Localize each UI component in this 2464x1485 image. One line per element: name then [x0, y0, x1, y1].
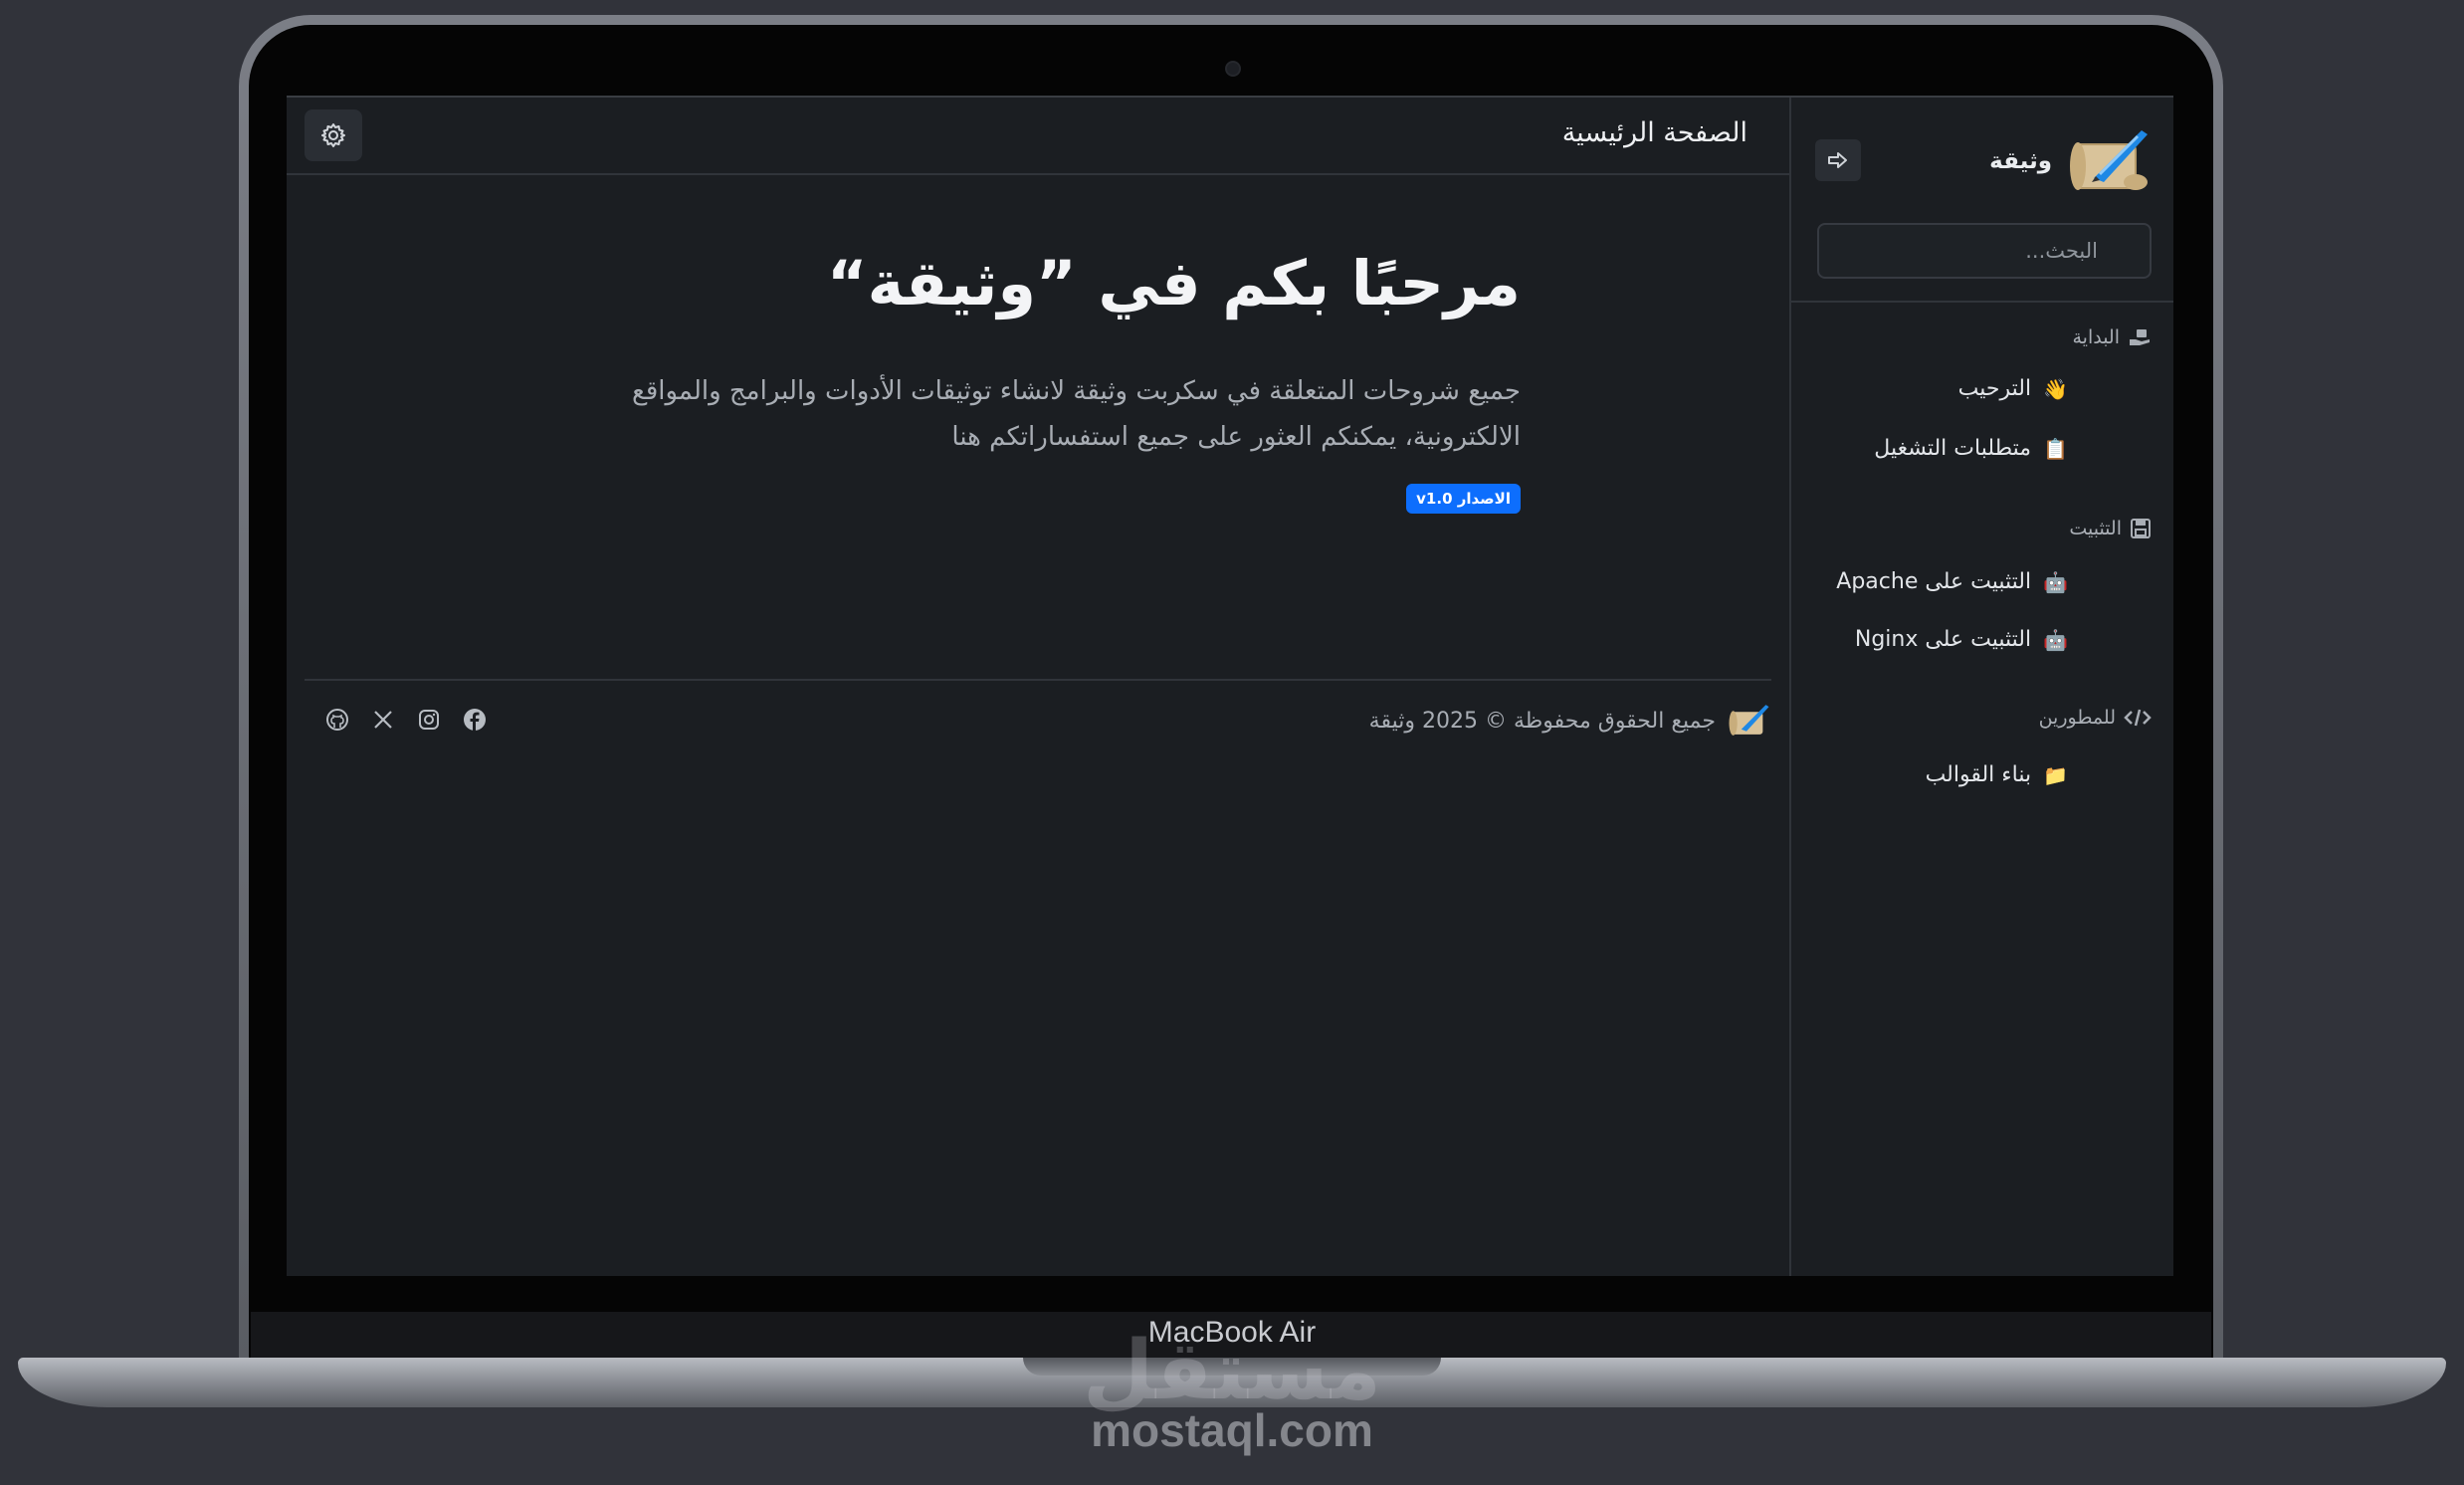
sidebar-item-label: بناء القوالب [1925, 762, 2032, 787]
instagram-icon [419, 710, 439, 730]
theme-toggle-button[interactable] [305, 109, 362, 161]
hero-description: جميع شروحات المتعلقة في سكربت وثيقة لانش… [631, 376, 1521, 452]
sidebar: وثيقة البداية 👋 الترحيب 📋 متطلبات التشغي… [1789, 98, 2173, 1276]
gear-icon [321, 123, 345, 147]
facebook-icon [464, 709, 486, 731]
main-content: الصفحة الرئيسية مرحبًا بكم في ”وثيقة“ جم… [287, 98, 1789, 1276]
floppy-disk-icon [2131, 519, 2151, 538]
social-links [324, 707, 488, 733]
section-title-label: البداية [2072, 326, 2120, 348]
sidebar-item-install-nginx[interactable]: 🤖 التثبيت على Nginx [1855, 627, 2068, 652]
robot-emoji: 🤖 [2043, 569, 2068, 594]
github-icon [326, 709, 348, 731]
page-title: الصفحة الرئيسية [1561, 117, 1747, 148]
x-link[interactable] [370, 707, 396, 733]
x-twitter-icon [374, 711, 392, 729]
scroll-quill-logo [2070, 130, 2148, 190]
section-title-install: التثبيت [2069, 518, 2152, 539]
waving-hand-emoji: 👋 [2043, 376, 2068, 401]
sidebar-item-build-templates[interactable]: 📁 بناء القوالب [1926, 762, 2068, 787]
section-title-start: البداية [2072, 326, 2152, 348]
code-icon [2124, 709, 2152, 727]
sidebar-item-label: التثبيت على Apache [1836, 569, 2032, 594]
copyright-text: جميع الحقوق محفوظة © 2025 وثيقة [1368, 708, 1716, 734]
topbar: الصفحة الرئيسية [287, 98, 1789, 175]
sign-out-arrow-icon [1828, 152, 1847, 168]
clipboard-emoji: 📋 [2043, 436, 2068, 461]
hand-holding-icon [2130, 329, 2150, 345]
hero-title: مرحبًا بكم في ”وثيقة“ [826, 247, 1521, 319]
github-link[interactable] [324, 707, 350, 733]
footer-divider [305, 679, 1771, 681]
screen: وثيقة البداية 👋 الترحيب 📋 متطلبات التشغي… [287, 96, 2173, 1276]
search-input[interactable] [1817, 223, 2152, 279]
sidebar-collapse-button[interactable] [1815, 139, 1861, 181]
watermark-url: mostaql.com [1091, 1404, 1373, 1456]
camera [1225, 61, 1241, 77]
brand[interactable]: وثيقة [1989, 121, 2152, 201]
folder-emoji: 📁 [2043, 762, 2068, 787]
facebook-link[interactable] [462, 707, 488, 733]
scroll-quill-logo [1729, 705, 1769, 736]
sidebar-item-install-apache[interactable]: 🤖 التثبيت على Apache [1836, 569, 2068, 594]
section-title-label: التثبيت [2069, 518, 2122, 539]
robot-emoji: 🤖 [2043, 627, 2068, 652]
sidebar-item-label: التثبيت على Nginx [1854, 627, 2032, 652]
section-title-developers: للمطورين [2039, 707, 2152, 729]
sidebar-divider [1791, 301, 2173, 303]
brand-name: وثيقة [1989, 148, 2052, 174]
sidebar-item-requirements[interactable]: 📋 متطلبات التشغيل [1874, 436, 2068, 461]
version-badge: الاصدار v1.0 [1406, 484, 1521, 514]
section-title-label: للمطورين [2038, 707, 2116, 729]
sidebar-item-welcome[interactable]: 👋 الترحيب [1958, 376, 2068, 401]
sidebar-item-label: الترحيب [1957, 376, 2032, 401]
footer-copyright: جميع الحقوق محفوظة © 2025 وثيقة [1369, 701, 1771, 741]
sidebar-item-label: متطلبات التشغيل [1874, 436, 2032, 461]
instagram-link[interactable] [416, 707, 442, 733]
